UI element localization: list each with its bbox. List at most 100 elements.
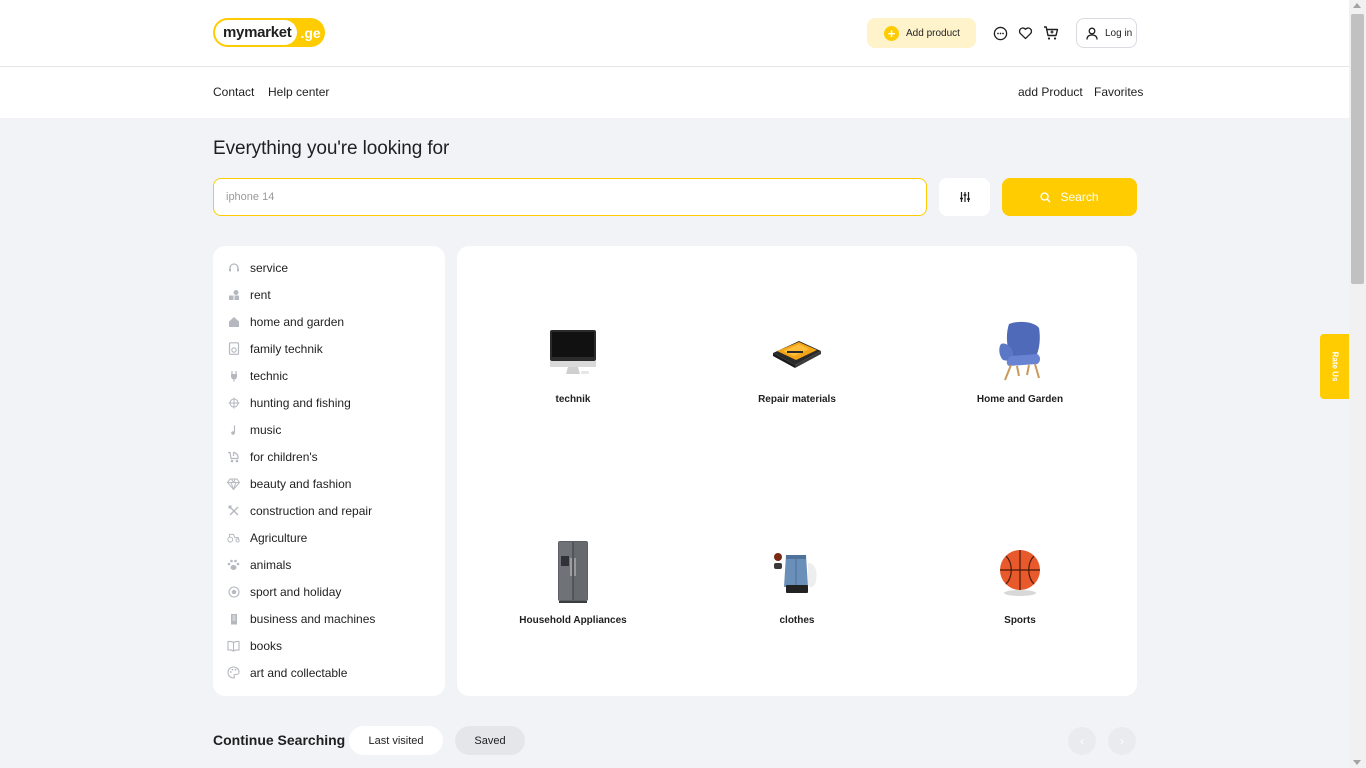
logo-suffix-text: .ge bbox=[300, 24, 321, 41]
login-label: Log in bbox=[1105, 27, 1133, 39]
headset-icon bbox=[227, 261, 240, 274]
search-button[interactable]: Search bbox=[1002, 178, 1137, 216]
tile-label: Sports bbox=[1004, 615, 1036, 626]
refrigerator-image bbox=[483, 537, 663, 607]
category-item-service[interactable]: service bbox=[213, 254, 445, 281]
category-item-hunting-and-fishing[interactable]: hunting and fishing bbox=[213, 389, 445, 416]
carousel-next-button[interactable]: › bbox=[1108, 727, 1136, 755]
diamond-icon bbox=[227, 477, 240, 490]
category-sidebar: service rent home and garden family tech… bbox=[213, 246, 445, 696]
category-item-animals[interactable]: animals bbox=[213, 551, 445, 578]
category-label: art and collectable bbox=[250, 665, 348, 680]
clothes-image bbox=[707, 537, 887, 607]
add-product-button[interactable]: + Add product bbox=[867, 18, 976, 48]
tile-label: clothes bbox=[779, 615, 815, 626]
basketball-image bbox=[930, 537, 1110, 607]
stroller-icon bbox=[227, 450, 240, 463]
filter-button[interactable] bbox=[939, 178, 990, 216]
category-label: music bbox=[250, 422, 282, 437]
category-item-home-and-garden[interactable]: home and garden bbox=[213, 308, 445, 335]
category-item-technic[interactable]: technic bbox=[213, 362, 445, 389]
category-label: business and machines bbox=[250, 611, 376, 626]
chat-icon[interactable] bbox=[991, 24, 1009, 42]
palette-icon bbox=[227, 666, 240, 679]
chevron-left-icon: ‹ bbox=[1080, 734, 1084, 748]
category-label: service bbox=[250, 260, 289, 275]
nav-help-center-link[interactable]: Help center bbox=[268, 85, 329, 99]
book-icon bbox=[227, 639, 240, 652]
category-tile-technik[interactable]: technik bbox=[483, 316, 663, 405]
scroll-thumb[interactable] bbox=[1351, 14, 1364, 284]
add-product-label: Add product bbox=[906, 27, 960, 39]
nav-favorites-link[interactable]: Favorites bbox=[1094, 85, 1143, 99]
tile-label: Repair materials bbox=[758, 394, 836, 405]
category-label: beauty and fashion bbox=[250, 476, 352, 491]
category-item-art-and-collectable[interactable]: art and collectable bbox=[213, 659, 445, 686]
category-item-family-technik[interactable]: family technik bbox=[213, 335, 445, 362]
category-tile-repair-materials[interactable]: Repair materials bbox=[707, 316, 887, 405]
page-title: Everything you're looking for bbox=[213, 138, 450, 159]
logo-main-text: mymarket bbox=[215, 20, 298, 45]
category-item-rent[interactable]: rent bbox=[213, 281, 445, 308]
last-visited-tab[interactable]: Last visited bbox=[349, 726, 443, 755]
building-icon bbox=[227, 612, 240, 625]
category-tile-home-and-garden[interactable]: Home and Garden bbox=[930, 316, 1110, 405]
rate-us-label: Rate Us bbox=[1330, 351, 1340, 382]
category-tile-clothes[interactable]: clothes bbox=[707, 537, 887, 626]
filter-sliders-icon bbox=[959, 192, 970, 202]
category-label: animals bbox=[250, 557, 292, 572]
page-scrollbar[interactable] bbox=[1349, 0, 1366, 768]
category-label: family technik bbox=[250, 341, 323, 356]
armchair-image bbox=[930, 316, 1110, 386]
shapes-icon bbox=[227, 288, 240, 301]
category-tile-sports[interactable]: Sports bbox=[930, 537, 1110, 626]
nav-add-product-link[interactable]: add Product bbox=[1018, 85, 1083, 99]
user-icon bbox=[1086, 27, 1098, 40]
category-item-books[interactable]: books bbox=[213, 632, 445, 659]
nav-contact-link[interactable]: Contact bbox=[213, 85, 254, 99]
category-item-business-and-machines[interactable]: business and machines bbox=[213, 605, 445, 632]
category-item-sport-and-holiday[interactable]: sport and holiday bbox=[213, 578, 445, 605]
category-item-beauty-and-fashion[interactable]: beauty and fashion bbox=[213, 470, 445, 497]
category-label: rent bbox=[250, 287, 271, 302]
category-item-agriculture[interactable]: Agriculture bbox=[213, 524, 445, 551]
cart-icon[interactable] bbox=[1042, 24, 1060, 42]
search-icon bbox=[1040, 191, 1052, 203]
paw-icon bbox=[227, 558, 240, 571]
category-tile-household-appliances[interactable]: Household Appliances bbox=[483, 537, 663, 626]
site-logo[interactable]: mymarket .ge bbox=[213, 18, 325, 47]
scroll-up-arrow[interactable] bbox=[1353, 3, 1361, 8]
tractor-icon bbox=[227, 531, 240, 544]
carousel-prev-button[interactable]: ‹ bbox=[1068, 727, 1096, 755]
category-label: home and garden bbox=[250, 314, 345, 329]
saved-tab[interactable]: Saved bbox=[455, 726, 525, 755]
plus-icon: + bbox=[884, 25, 899, 41]
search-button-label: Search bbox=[1060, 190, 1099, 204]
featured-categories-panel: technik Repair materials Home and Garden… bbox=[457, 246, 1137, 696]
house-icon bbox=[227, 315, 240, 328]
login-button[interactable]: Log in bbox=[1076, 18, 1137, 48]
category-item-music[interactable]: music bbox=[213, 416, 445, 443]
tile-label: Household Appliances bbox=[519, 615, 627, 626]
imac-image bbox=[483, 316, 663, 386]
continue-searching-title: Continue Searching bbox=[213, 732, 346, 748]
rate-us-tab[interactable]: Rate Us bbox=[1320, 334, 1349, 399]
search-input[interactable] bbox=[213, 178, 927, 216]
heart-icon[interactable] bbox=[1016, 24, 1034, 42]
tile-label: technik bbox=[555, 394, 591, 405]
tools-icon bbox=[227, 504, 240, 517]
category-label: technic bbox=[250, 368, 289, 383]
chevron-right-icon: › bbox=[1120, 734, 1124, 748]
category-item-construction-and-repair[interactable]: construction and repair bbox=[213, 497, 445, 524]
category-item-for-childrens[interactable]: for children's bbox=[213, 443, 445, 470]
category-label: construction and repair bbox=[250, 503, 373, 518]
category-label: for children's bbox=[250, 449, 318, 464]
scroll-down-arrow[interactable] bbox=[1353, 760, 1361, 765]
ball-icon bbox=[227, 585, 240, 598]
top-header: mymarket .ge + Add product Log in bbox=[0, 0, 1349, 67]
plug-icon bbox=[227, 369, 240, 382]
crosshair-icon bbox=[227, 396, 240, 409]
music-note-icon bbox=[227, 423, 240, 436]
category-label: sport and holiday bbox=[250, 584, 342, 599]
category-label: books bbox=[250, 638, 283, 653]
